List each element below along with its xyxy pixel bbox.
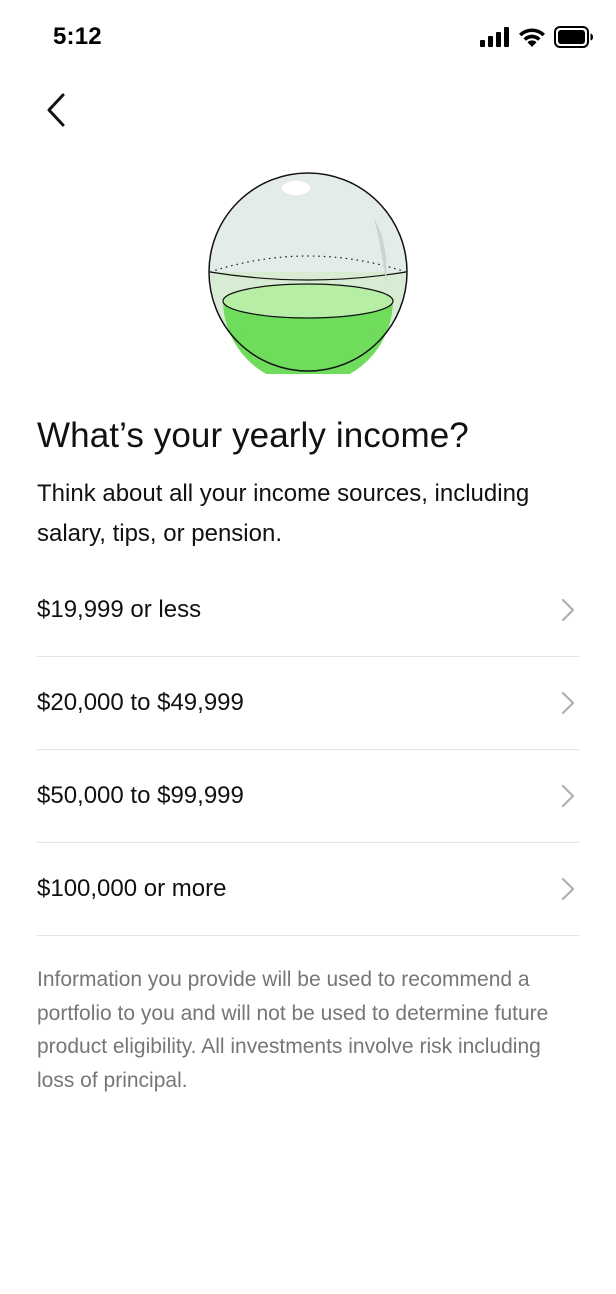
glass-sphere-illustration [208,172,408,374]
option-label: $100,000 or more [37,875,227,902]
chevron-right-icon [561,598,575,622]
page-title: What’s your yearly income? [37,416,469,455]
option-label: $50,000 to $99,999 [37,782,244,809]
status-time: 5:12 [53,23,102,50]
option-20k-to-50k[interactable]: $20,000 to $49,999 [37,657,579,750]
option-label: $20,000 to $49,999 [37,689,244,716]
wifi-icon [519,27,545,47]
signal-icon [480,27,509,47]
back-button[interactable] [36,88,76,132]
chevron-right-icon [561,784,575,808]
page-subtitle: Think about all your income sources, inc… [37,480,530,547]
income-question-screen: 5:12 What’s your yearly income? Think ab… [0,0,616,1294]
chevron-right-icon [561,691,575,715]
chevron-left-icon [47,93,65,127]
income-options-list: $19,999 or less $20,000 to $49,999 $50,0… [37,564,579,936]
option-label: $19,999 or less [37,596,202,623]
option-under-20k[interactable]: $19,999 or less [37,564,579,657]
disclaimer-text: Information you provide will be used to … [37,968,549,1092]
status-icons [480,26,594,48]
status-bar: 5:12 [0,0,616,76]
option-100k-or-more[interactable]: $100,000 or more [37,843,579,936]
chevron-right-icon [561,877,575,901]
battery-icon [554,26,593,48]
option-50k-to-100k[interactable]: $50,000 to $99,999 [37,750,579,843]
